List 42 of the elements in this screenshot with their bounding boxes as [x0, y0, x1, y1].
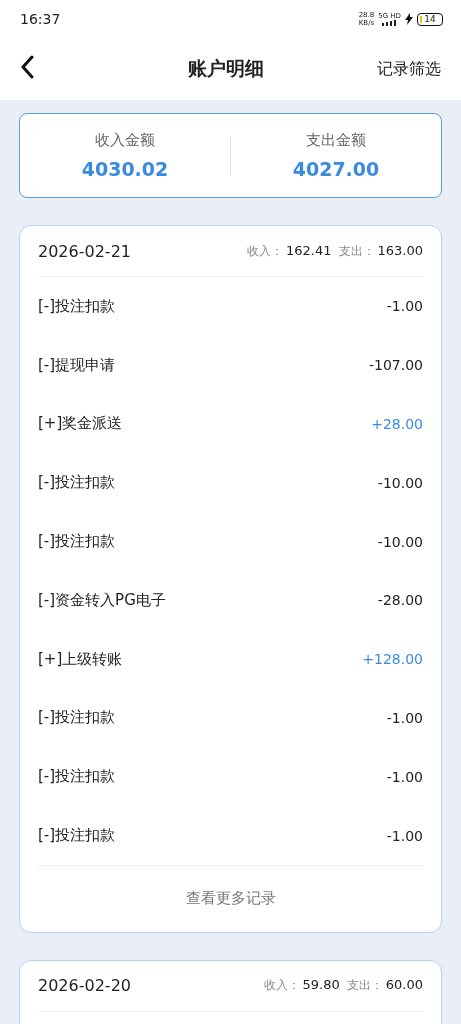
record-name: [+]奖金派送: [38, 414, 123, 434]
income-label: 收入：: [263, 977, 300, 995]
battery-indicator: 14: [417, 12, 443, 26]
record-amount: -1.00: [386, 768, 423, 785]
day-date: 2026-02-21: [38, 241, 131, 261]
record-amount: -10.00: [377, 474, 423, 491]
expense-total: 163.00: [377, 242, 423, 258]
record-name: [-]投注扣款: [38, 473, 116, 493]
record-name: [-]投注扣款: [38, 532, 116, 552]
filter-link[interactable]: 记录筛选: [377, 58, 441, 80]
record-name: [+]上级转账: [38, 649, 123, 669]
expense-label: 支出：: [338, 242, 375, 260]
page-title: 账户明细: [187, 56, 264, 81]
back-icon[interactable]: [20, 55, 34, 79]
summary-label: 支出金额: [306, 131, 366, 150]
status-time: 16:37: [20, 11, 61, 27]
summary-label: 收入金额: [95, 131, 155, 150]
record-amount: +28.00: [371, 416, 423, 432]
record-amount: -28.00: [377, 592, 423, 609]
day-date: 2026-02-20: [38, 976, 131, 996]
summary-amount: 4030.02: [81, 158, 169, 180]
record-amount: -1.00: [386, 709, 423, 726]
record-name: [-]投注扣款: [38, 708, 116, 728]
record-amount: +128.00: [362, 651, 423, 668]
more-records-link[interactable]: 查看更多记录: [38, 865, 423, 932]
record-name: [-]投注扣款: [38, 296, 116, 316]
record-amount: -10.00: [377, 533, 423, 550]
income-total: 162.41: [286, 242, 332, 258]
record-amount: -107.00: [368, 357, 423, 374]
record-amount: -1.00: [386, 827, 423, 844]
record-name: [-]投注扣款: [38, 767, 116, 787]
record-name: [-]投注扣款: [38, 826, 116, 846]
expense-total: 60.00: [385, 977, 423, 993]
summary-amount: 4027.00: [292, 158, 380, 180]
record-amount: -1.00: [386, 298, 423, 315]
income-total: 59.80: [302, 977, 340, 993]
record-name: [-]资金转入PG电子: [38, 590, 166, 610]
charging-icon: [405, 13, 413, 25]
record-name: [-]提现申请: [38, 355, 116, 375]
signal-icon: [381, 20, 398, 26]
expense-label: 支出：: [346, 977, 383, 995]
income-label: 收入：: [247, 242, 283, 260]
